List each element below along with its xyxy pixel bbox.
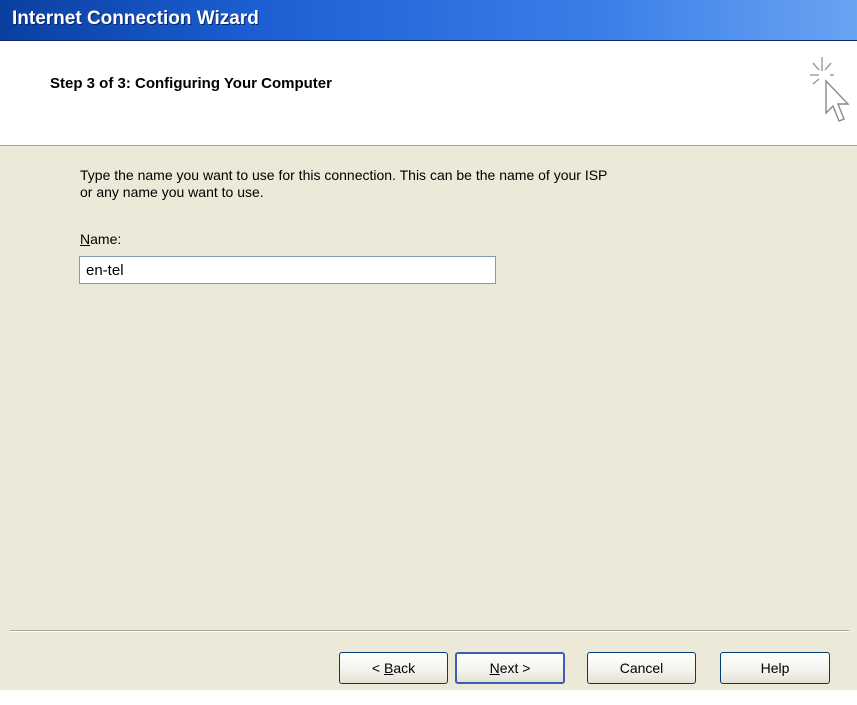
title-bar[interactable]: Internet Connection Wizard bbox=[0, 0, 857, 41]
cancel-button[interactable]: Cancel bbox=[587, 652, 696, 684]
wizard-content: Type the name you want to use for this c… bbox=[0, 147, 857, 630]
connection-name-input[interactable] bbox=[79, 256, 496, 284]
name-label: Name: bbox=[80, 231, 121, 247]
wizard-cursor-sparkle-icon bbox=[810, 57, 850, 122]
next-button[interactable]: Next > bbox=[455, 652, 565, 684]
name-label-mnemonic: N bbox=[80, 231, 91, 247]
name-label-rest: ame: bbox=[90, 231, 122, 247]
instruction-text: Type the name you want to use for this c… bbox=[80, 167, 740, 201]
step-title: Step 3 of 3: Configuring Your Computer bbox=[50, 75, 332, 92]
back-button[interactable]: < Back bbox=[339, 652, 448, 684]
wizard-header: Step 3 of 3: Configuring Your Computer bbox=[0, 41, 857, 146]
next-button-label: Next > bbox=[489, 660, 531, 676]
button-separator bbox=[10, 630, 849, 632]
wizard-window: Internet Connection Wizard Step 3 of 3: … bbox=[0, 0, 857, 690]
instruction-line-1: Type the name you want to use for this c… bbox=[80, 167, 608, 183]
cancel-button-label: Cancel bbox=[619, 660, 664, 676]
back-button-label: < Back bbox=[371, 660, 416, 676]
instruction-line-2: or any name you want to use. bbox=[80, 184, 264, 200]
window-title: Internet Connection Wizard bbox=[12, 8, 259, 29]
help-button[interactable]: Help bbox=[720, 652, 830, 684]
help-button-label: Help bbox=[760, 660, 790, 676]
